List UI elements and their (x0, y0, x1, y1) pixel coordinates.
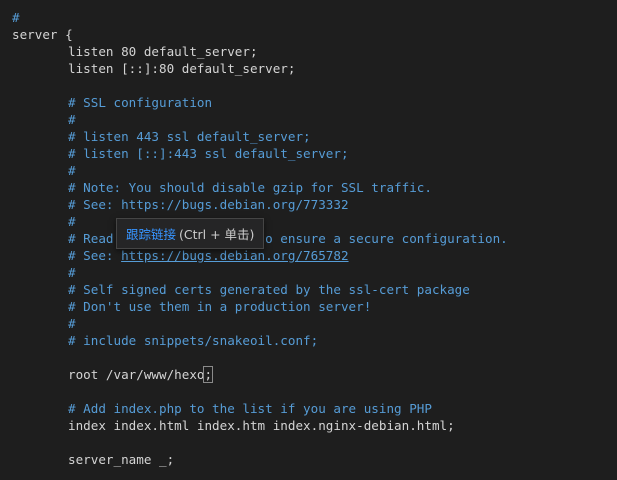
code-line[interactable]: listen 80 default_server; (12, 43, 508, 60)
comment-text: # Don't use them in a production server! (68, 299, 372, 314)
comment-text: # Note: You should disable gzip for SSL … (68, 180, 432, 195)
code-text: listen 80 default_server; (68, 44, 258, 59)
code-text: index index.html index.htm index.nginx-d… (68, 418, 455, 433)
code-line[interactable]: server_name _; (12, 451, 508, 468)
code-line[interactable]: # See: https://bugs.debian.org/765782 (12, 247, 508, 264)
blank-line[interactable] (12, 434, 508, 451)
code-line[interactable]: # Add index.php to the list if you are u… (12, 400, 508, 417)
code-line[interactable]: # Self signed certs generated by the ssl… (12, 281, 508, 298)
code-line[interactable]: # include snippets/snakeoil.conf; (12, 332, 508, 349)
code-line[interactable]: # SSL configuration (12, 94, 508, 111)
code-text: server_name _; (68, 452, 175, 467)
text-cursor: ; (203, 366, 214, 383)
code-text: server { (12, 27, 73, 42)
code-text: listen [::]:80 default_server; (68, 61, 296, 76)
comment-text: # Self signed certs generated by the ssl… (68, 282, 470, 297)
follow-link-action[interactable]: 跟踪链接 (126, 224, 176, 243)
code-line[interactable]: # listen 443 ssl default_server; (12, 128, 508, 145)
code-line[interactable]: # (12, 264, 508, 281)
code-line[interactable]: # (12, 111, 508, 128)
code-line[interactable]: server { (12, 26, 508, 43)
comment-text: # include snippets/snakeoil.conf; (68, 333, 319, 348)
code-text: root /var/www/hexo (68, 367, 205, 382)
comment-text: # (68, 163, 76, 178)
code-line[interactable]: root /var/www/hexo; (12, 366, 508, 383)
follow-link-tooltip: 跟踪链接 (Ctrl + 单击) (116, 218, 265, 249)
code-line[interactable]: listen [::]:80 default_server; (12, 60, 508, 77)
code-line[interactable]: # (12, 315, 508, 332)
code-editor[interactable]: # server { listen 80 default_server;listen… (0, 0, 617, 480)
code-line[interactable]: # listen [::]:443 ssl default_server; (12, 145, 508, 162)
comment-text: # Add index.php to the list if you are u… (68, 401, 432, 416)
code-line[interactable]: # (12, 9, 508, 26)
comment-text: # (68, 112, 76, 127)
comment-text: # (12, 10, 20, 25)
code-line[interactable]: # (12, 162, 508, 179)
comment-text: # (68, 316, 76, 331)
hovered-link[interactable]: https://bugs.debian.org/765782 (121, 248, 348, 263)
comment-text: # (68, 214, 76, 229)
code-line[interactable]: # Don't use them in a production server! (12, 298, 508, 315)
blank-line[interactable] (12, 383, 508, 400)
comment-text: # listen 443 ssl default_server; (68, 129, 311, 144)
blank-line[interactable] (12, 349, 508, 366)
comment-text: # (68, 265, 76, 280)
follow-link-shortcut: (Ctrl + 单击) (179, 227, 255, 242)
blank-line[interactable] (12, 77, 508, 94)
comment-text: # See: https://bugs.debian.org/773332 (68, 197, 349, 212)
code-line[interactable]: # See: https://bugs.debian.org/773332 (12, 196, 508, 213)
comment-text: # listen [::]:443 ssl default_server; (68, 146, 349, 161)
code-line[interactable]: index index.html index.htm index.nginx-d… (12, 417, 508, 434)
comment-text: # See: (68, 248, 122, 263)
code-line[interactable]: # Note: You should disable gzip for SSL … (12, 179, 508, 196)
comment-text: # SSL configuration (68, 95, 213, 110)
